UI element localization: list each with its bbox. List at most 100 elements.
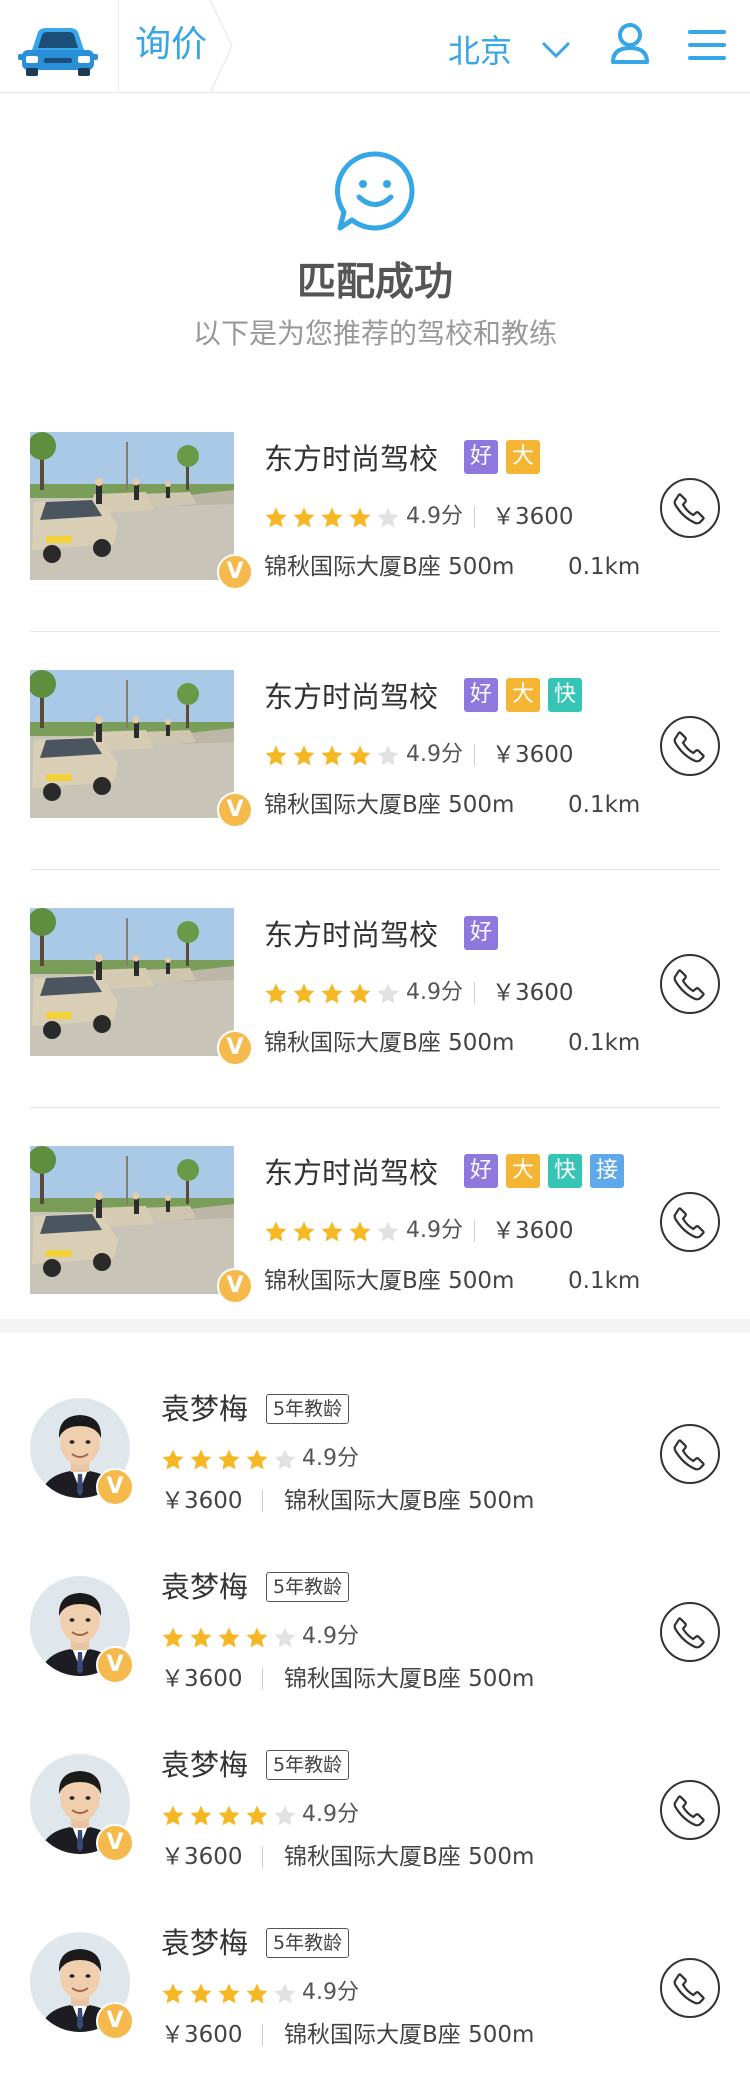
feature-tag: 快 xyxy=(548,1154,582,1188)
call-button[interactable] xyxy=(660,1602,720,1662)
phone-icon xyxy=(673,1207,705,1239)
star-icon xyxy=(246,1983,268,2004)
verified-badge-icon: V xyxy=(217,792,253,828)
star-rating xyxy=(264,744,400,768)
smile-chat-icon xyxy=(335,151,415,231)
star-icon xyxy=(218,1983,240,2004)
star-icon xyxy=(377,1221,399,1242)
star-icon xyxy=(218,1627,240,1648)
verified-badge-icon: V xyxy=(217,1268,253,1304)
distance: 0.1km xyxy=(568,1030,641,1056)
price: ￥3600 xyxy=(161,1666,243,1692)
school-card[interactable]: V 东方时尚驾校好 4.9分 ￥3600 锦秋国际大厦B座 500m 0.1km xyxy=(30,870,720,1108)
star-icon xyxy=(265,983,287,1004)
star-rating xyxy=(161,1448,297,1472)
school-card[interactable]: V 东方时尚驾校好大快接 4.9分 ￥3600 锦秋国际大厦B座 500m 0.1km xyxy=(30,1108,720,1346)
chevron-down-icon[interactable] xyxy=(540,38,572,62)
school-tags: 好大快接 xyxy=(464,1154,624,1188)
school-tags: 好大 xyxy=(464,440,540,474)
star-icon xyxy=(265,745,287,766)
call-button[interactable] xyxy=(660,1780,720,1840)
address: 锦秋国际大厦B座 500m xyxy=(284,1844,535,1870)
experience-badge: 5年教龄 xyxy=(266,1928,350,1958)
star-icon xyxy=(190,1805,212,1826)
coach-card[interactable]: V 袁梦梅 5年教龄 4.9分 ￥3600 锦秋国际大厦B座 500m xyxy=(30,1726,720,1904)
distance: 0.1km xyxy=(568,554,641,580)
coach-name: 袁梦梅 xyxy=(161,1392,249,1426)
distance: 0.1km xyxy=(568,792,641,818)
call-button[interactable] xyxy=(660,716,720,776)
car-logo-icon[interactable] xyxy=(18,20,98,76)
star-icon xyxy=(218,1805,240,1826)
star-icon xyxy=(377,983,399,1004)
school-photo xyxy=(30,908,234,1056)
call-button[interactable] xyxy=(660,954,720,1014)
menu-icon[interactable] xyxy=(688,28,726,62)
star-icon xyxy=(349,507,371,528)
address: 锦秋国际大厦B座 500m xyxy=(284,2022,535,2048)
star-icon xyxy=(349,983,371,1004)
school-card[interactable]: V 东方时尚驾校好大快 4.9分 ￥3600 锦秋国际大厦B座 500m 0.1km xyxy=(30,632,720,870)
distance: 0.1km xyxy=(568,1268,641,1294)
call-button[interactable] xyxy=(660,478,720,538)
star-icon xyxy=(218,1449,240,1470)
school-photo xyxy=(30,432,234,580)
feature-tag: 好 xyxy=(464,440,498,474)
star-icon xyxy=(321,983,343,1004)
experience-badge: 5年教龄 xyxy=(266,1750,350,1780)
coach-name: 袁梦梅 xyxy=(161,1748,249,1782)
star-icon xyxy=(293,983,315,1004)
school-name: 东方时尚驾校 xyxy=(264,918,439,952)
verified-badge-icon: V xyxy=(96,1468,134,1506)
page-title: 询价 xyxy=(135,24,208,65)
vertical-divider xyxy=(262,1668,263,1690)
coach-card[interactable]: V 袁梦梅 5年教龄 4.9分 ￥3600 锦秋国际大厦B座 500m xyxy=(30,1548,720,1726)
city-selector[interactable]: 北京 xyxy=(448,30,512,72)
star-icon xyxy=(190,1983,212,2004)
phone-icon xyxy=(673,493,705,525)
vertical-divider xyxy=(262,1846,263,1868)
star-rating xyxy=(264,982,400,1006)
feature-tag: 接 xyxy=(590,1154,624,1188)
address: 锦秋国际大厦B座 500m xyxy=(264,792,515,818)
verified-badge-icon: V xyxy=(96,2002,134,2040)
school-tags: 好 xyxy=(464,916,498,950)
coach-card[interactable]: V 袁梦梅 5年教龄 4.9分 ￥3600 锦秋国际大厦B座 500m xyxy=(30,1904,720,2082)
star-icon xyxy=(321,745,343,766)
star-icon xyxy=(274,1805,296,1826)
star-icon xyxy=(377,507,399,528)
top-navbar: 询价 北京 xyxy=(0,0,750,93)
feature-tag: 大 xyxy=(506,678,540,712)
verified-badge-icon: V xyxy=(96,1646,134,1684)
user-icon[interactable] xyxy=(610,22,650,64)
price: ￥3600 xyxy=(161,1844,243,1870)
address: 锦秋国际大厦B座 500m xyxy=(264,1268,515,1294)
star-icon xyxy=(321,507,343,528)
price: ￥3600 xyxy=(161,2022,243,2048)
price: ￥3600 xyxy=(492,742,574,768)
experience-badge: 5年教龄 xyxy=(266,1394,350,1424)
star-rating xyxy=(161,1982,297,2006)
star-icon xyxy=(349,1221,371,1242)
rating-score: 4.9分 xyxy=(406,1218,463,1243)
school-name: 东方时尚驾校 xyxy=(264,680,439,714)
school-card[interactable]: V 东方时尚驾校好大 4.9分 ￥3600 锦秋国际大厦B座 500m 0.1km xyxy=(30,394,720,632)
address: 锦秋国际大厦B座 500m xyxy=(264,554,515,580)
phone-icon xyxy=(673,969,705,1001)
address: 锦秋国际大厦B座 500m xyxy=(264,1030,515,1056)
rating-score: 4.9分 xyxy=(302,1624,359,1649)
vertical-divider xyxy=(474,1220,475,1242)
coach-card[interactable]: V 袁梦梅 5年教龄 4.9分 ￥3600 锦秋国际大厦B座 500m xyxy=(30,1370,720,1548)
call-button[interactable] xyxy=(660,1424,720,1484)
star-icon xyxy=(377,745,399,766)
phone-icon xyxy=(673,1439,705,1471)
experience-badge: 5年教龄 xyxy=(266,1572,350,1602)
call-button[interactable] xyxy=(660,1192,720,1252)
star-icon xyxy=(162,1627,184,1648)
rating-score: 4.9分 xyxy=(406,980,463,1005)
star-icon xyxy=(162,1805,184,1826)
price: ￥3600 xyxy=(492,1218,574,1244)
star-rating xyxy=(264,506,400,530)
call-button[interactable] xyxy=(660,1958,720,2018)
star-rating xyxy=(264,1220,400,1244)
